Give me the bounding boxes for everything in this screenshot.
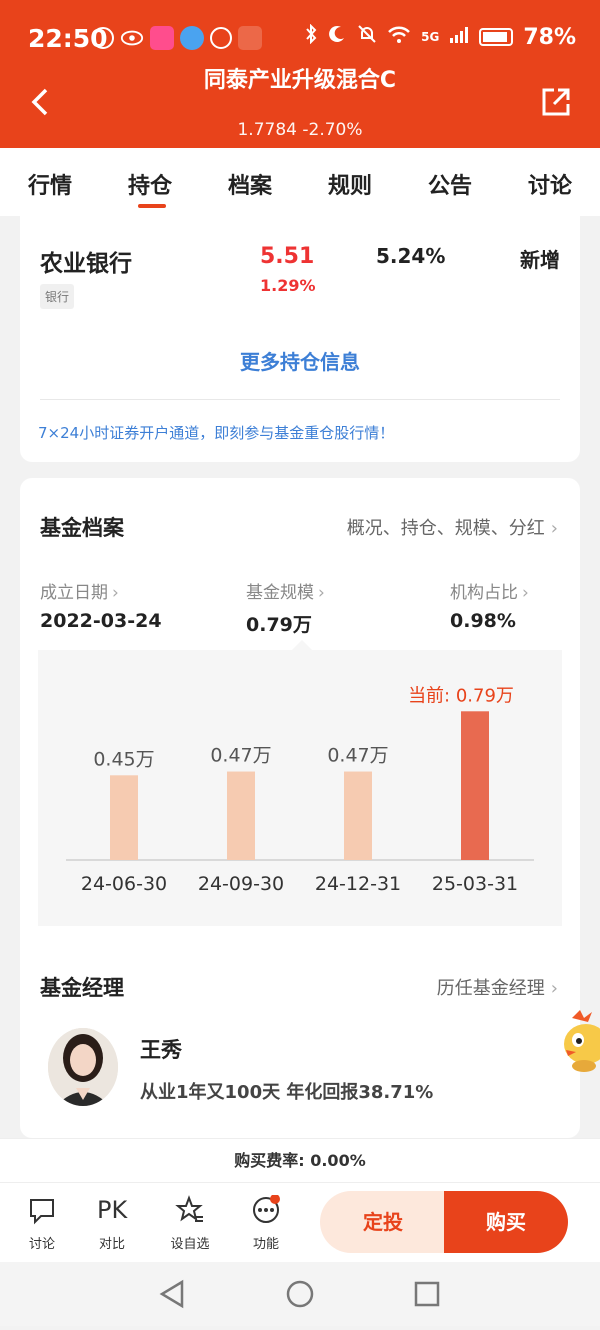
institution-ratio-value: 0.98% — [450, 610, 516, 632]
x-tick-label-25-03-31: 25-03-31 — [432, 873, 518, 895]
manager-avatar[interactable] — [48, 1028, 118, 1106]
tab-holdings[interactable]: 持仓 — [120, 148, 180, 216]
chat-bubble-icon — [30, 1199, 54, 1225]
stock-name[interactable]: 农业银行 — [40, 244, 132, 278]
functions-label: 功能 — [252, 1237, 279, 1252]
tab-rules[interactable]: 规则 — [320, 148, 380, 216]
bar-25-03-31 — [461, 711, 489, 860]
manager-description: 从业1年又100天 年化回报38.71% — [140, 1082, 434, 1103]
fund-title: 同泰产业升级混合C — [203, 68, 397, 93]
battery-percent: 78% — [523, 24, 576, 50]
tab-discussion[interactable]: 讨论 — [520, 148, 580, 216]
top-header: 22:50 5G 78% 同泰产业升级混合C 1.7784 -2.70% — [0, 0, 600, 148]
functions-button[interactable]: 功能 — [236, 1195, 296, 1252]
x-tick-label-24-06-30: 24-06-30 — [81, 873, 167, 895]
bar-value-label-24-12-31: 0.47万 — [327, 745, 388, 767]
stock-price: 5.51 — [260, 244, 315, 269]
system-navigation-bar — [0, 1262, 600, 1326]
institution-ratio-label[interactable]: 机构占比 › — [450, 578, 529, 603]
x-tick-label-24-09-30: 24-09-30 — [198, 873, 284, 895]
institution-ratio-label-text: 机构占比 — [450, 583, 518, 603]
nav-back-icon[interactable] — [159, 1279, 184, 1309]
wifi-icon — [387, 25, 411, 50]
pk-icon: PK — [97, 1196, 128, 1224]
nav-home-icon[interactable] — [286, 1280, 314, 1308]
network-label: 5G — [421, 30, 440, 44]
holding-status: 新增 — [520, 248, 560, 272]
shopping-app-icon — [150, 26, 174, 50]
fund-manager-title: 基金经理 — [40, 976, 124, 1000]
bar-24-06-30 — [110, 775, 138, 860]
compare-button[interactable]: PK 对比 — [82, 1195, 142, 1252]
fund-size-chart: 0.45万 24-06-30 0.47万 24-09-30 0.47万 24-12-31 当… — [38, 650, 562, 926]
buy-button[interactable]: 购买 — [444, 1191, 568, 1253]
fund-size-label-text: 基金规模 — [246, 583, 314, 603]
bar-value-label-24-06-30: 0.45万 — [93, 748, 154, 770]
fund-size-value: 0.79万 — [246, 614, 312, 636]
signal-icon — [449, 25, 469, 50]
nav-icons — [159, 1279, 440, 1309]
past-managers-link[interactable]: 历任基金经理 › — [437, 974, 558, 1000]
app-badge-icon — [92, 27, 114, 49]
stock-change: 1.29% — [260, 276, 316, 295]
share-button[interactable] — [540, 86, 576, 122]
bluetooth-icon — [305, 23, 317, 50]
bar-24-09-30 — [227, 771, 255, 860]
moon-icon — [327, 24, 347, 50]
fund-nav-value: 1.7784 -2.70% — [237, 120, 363, 140]
more-dots-icon — [253, 1195, 280, 1223]
discussion-label: 讨论 — [28, 1237, 55, 1252]
eye-icon — [120, 26, 144, 50]
holding-ratio: 5.24% — [376, 244, 446, 268]
auto-invest-button[interactable]: 定投 — [320, 1191, 446, 1253]
nav-recents-icon[interactable] — [414, 1281, 440, 1307]
mute-bell-icon — [357, 24, 377, 50]
discussion-button[interactable]: 讨论 — [12, 1195, 72, 1252]
bottom-action-bar: 讨论 PK 对比 设自选 功能 定投 购买 — [0, 1182, 600, 1262]
chevron-right-icon: › — [522, 583, 529, 603]
tab-bar: 行情 持仓 档案 规则 公告 讨论 — [0, 148, 600, 216]
stock-app-icon — [210, 27, 232, 49]
x-tick-label-24-12-31: 24-12-31 — [315, 873, 401, 895]
floating-mascot-icon[interactable] — [562, 1010, 600, 1074]
established-date-label-text: 成立日期 — [40, 583, 108, 603]
fund-profile-link-label: 概况、持仓、规模、分红 — [346, 518, 545, 539]
status-right: 5G 78% — [305, 23, 576, 50]
bar-value-label-24-09-30: 0.47万 — [210, 745, 271, 767]
purchase-fee: 购买费率: 0.00% — [0, 1138, 600, 1182]
account-promo-link[interactable]: 7×24小时证券开户通道，即刻参与基金重仓股行情！ — [38, 422, 394, 443]
fund-profile-link[interactable]: 概况、持仓、规模、分红 › — [347, 514, 558, 540]
compare-label: 对比 — [98, 1237, 125, 1252]
more-holdings-link[interactable]: 更多持仓信息 — [20, 346, 580, 375]
fund-size-bar-chart: 0.45万 24-06-30 0.47万 24-09-30 0.47万 24-12-31 当… — [66, 685, 534, 895]
add-watchlist-label: 设自选 — [170, 1237, 210, 1252]
chevron-right-icon: › — [550, 518, 558, 539]
chevron-right-icon: › — [550, 978, 558, 999]
status-app-icons — [92, 26, 262, 50]
divider — [40, 399, 560, 400]
star-list-icon — [175, 1195, 203, 1222]
fund-size-label[interactable]: 基金规模 › — [246, 578, 325, 603]
established-date-label[interactable]: 成立日期 › — [40, 578, 119, 603]
chevron-right-icon: › — [112, 583, 119, 603]
tab-announcements[interactable]: 公告 — [420, 148, 480, 216]
manager-name[interactable]: 王秀 — [140, 1034, 182, 1064]
chart-pointer — [292, 640, 312, 650]
past-managers-link-label: 历任基金经理 — [436, 978, 545, 999]
stock-sector-tag: 银行 — [40, 284, 75, 309]
browser-app-icon — [180, 26, 204, 50]
add-watchlist-button[interactable]: 设自选 — [160, 1195, 220, 1252]
tab-profile[interactable]: 档案 — [220, 148, 280, 216]
chevron-right-icon: › — [318, 583, 325, 603]
fund-profile-card: 基金档案 概况、持仓、规模、分红 › 成立日期 › 2022-03-24 基金规模 ›… — [20, 478, 580, 1138]
bar-value-label-25-03-31: 当前: 0.79万 — [408, 685, 514, 706]
tab-market[interactable]: 行情 — [20, 148, 80, 216]
battery-icon — [479, 28, 514, 46]
bar-24-12-31 — [344, 771, 372, 860]
established-date-value: 2022-03-24 — [40, 610, 162, 632]
game-app-icon — [238, 26, 262, 50]
fund-profile-title: 基金档案 — [40, 516, 124, 540]
holdings-card: 农业银行 银行 5.51 1.29% 5.24% 新增 更多持仓信息 7×24小… — [20, 216, 580, 462]
